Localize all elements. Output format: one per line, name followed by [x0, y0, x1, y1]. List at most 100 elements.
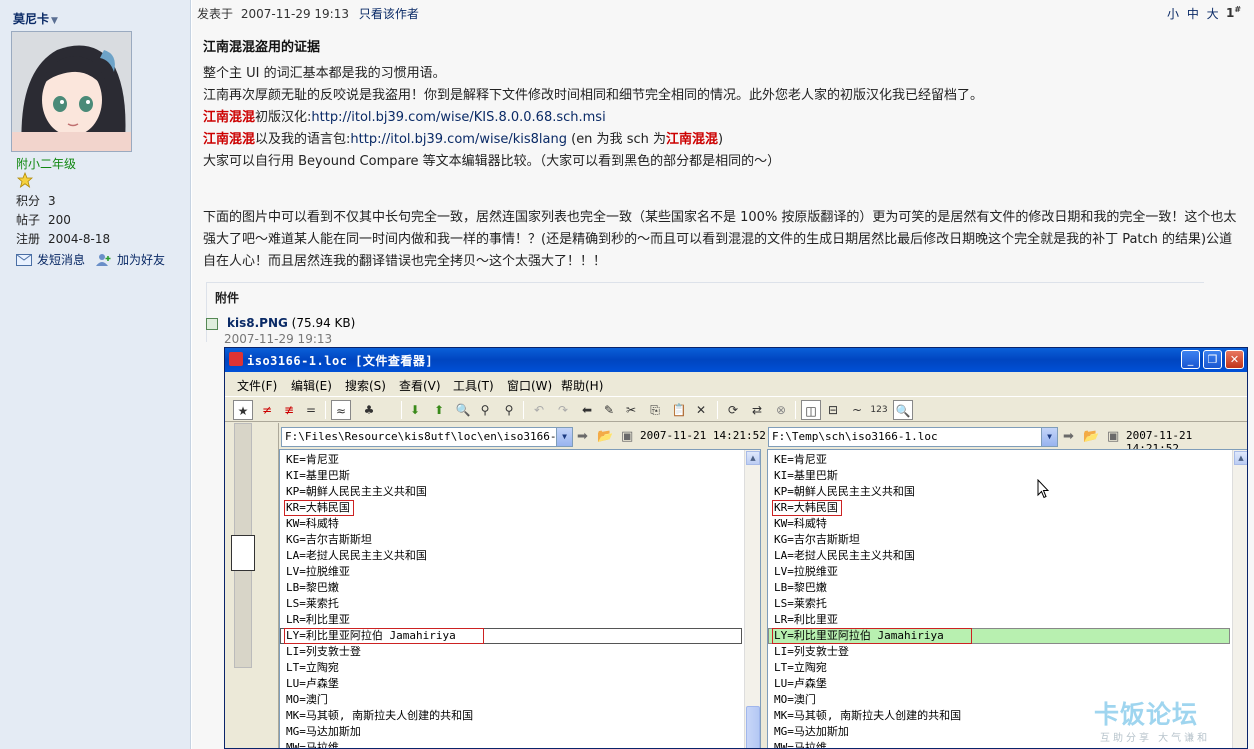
- back-icon[interactable]: ⬅: [577, 400, 597, 420]
- cut-icon[interactable]: ✂: [621, 400, 641, 420]
- text-line[interactable]: LR=利比里亚: [284, 613, 350, 626]
- chevron-down-icon[interactable]: ▼: [51, 16, 58, 26]
- text-line[interactable]: MG=马达加斯加: [772, 725, 849, 738]
- overview-gutter[interactable]: [225, 423, 279, 748]
- same-icon[interactable]: =: [301, 400, 321, 420]
- window-titlebar[interactable]: iso3166-1.loc [文件查看器] _ ❐ ✕: [225, 348, 1247, 372]
- author-only-link[interactable]: 只看该作者: [359, 7, 419, 21]
- text-line[interactable]: MW=马拉维: [772, 741, 827, 748]
- author-name-text[interactable]: 莫尼卡: [13, 12, 49, 26]
- add-friend-label[interactable]: 加为好友: [117, 251, 165, 268]
- right-path-text[interactable]: F:\Temp\sch\iso3166-1.loc: [772, 430, 938, 443]
- scroll-up-icon[interactable]: ▲: [1234, 451, 1247, 465]
- text-line[interactable]: LB=黎巴嫩: [284, 581, 339, 594]
- swap-icon[interactable]: ⇄: [747, 400, 767, 420]
- text-line[interactable]: MO=澳门: [284, 693, 328, 706]
- vertical-scrollbar[interactable]: ▲: [744, 450, 760, 748]
- delete-icon[interactable]: ✕: [691, 400, 711, 420]
- left-text-pane[interactable]: KE=肯尼亚 KI=基里巴斯 KP=朝鲜人民民主主义共和国 KR=大韩民国 KW=科威特…: [279, 449, 761, 748]
- show-all-icon[interactable]: ★: [233, 400, 253, 420]
- menu-file[interactable]: 文件(F): [237, 377, 277, 394]
- save-icon[interactable]: ▣: [621, 429, 633, 444]
- menu-window[interactable]: 窗口(W): [507, 377, 552, 394]
- menu-tools[interactable]: 工具(T): [453, 377, 494, 394]
- text-line[interactable]: LT=立陶宛: [284, 661, 339, 674]
- text-line[interactable]: LV=拉脱维亚: [284, 565, 350, 578]
- browse-history-icon[interactable]: ➡: [577, 429, 588, 444]
- line-numbers-icon[interactable]: 123: [869, 400, 889, 420]
- open-folder-icon[interactable]: 📂: [597, 429, 613, 444]
- text-line[interactable]: LA=老挝人民民主主义共和国: [772, 549, 915, 562]
- attachment-filename[interactable]: kis8.PNG: [227, 316, 288, 330]
- rules-icon[interactable]: ♣: [359, 400, 379, 420]
- text-line[interactable]: KW=科威特: [772, 517, 827, 530]
- text-line[interactable]: MO=澳门: [772, 693, 816, 706]
- author-name[interactable]: 莫尼卡 ▼: [13, 10, 58, 27]
- text-line[interactable]: KG=吉尔吉斯斯坦: [284, 533, 372, 546]
- text-line[interactable]: LY=利比里亚阿拉伯 Jamahiriya: [772, 628, 972, 644]
- left-path-field[interactable]: F:\Files\Resource\kis8utf\loc\en\iso3166…: [281, 427, 573, 447]
- text-line[interactable]: KR=大韩民国: [772, 500, 842, 516]
- text-line[interactable]: LU=卢森堡: [772, 677, 827, 690]
- text-line[interactable]: MK=马其顿, 南斯拉夫人创建的共和国: [772, 709, 961, 722]
- text-line[interactable]: KR=大韩民国: [284, 500, 354, 516]
- save-icon[interactable]: ▣: [1107, 429, 1119, 444]
- find-icon[interactable]: 🔍: [453, 400, 473, 420]
- stop-icon[interactable]: ⊗: [771, 400, 791, 420]
- side-by-side-icon[interactable]: ◫: [801, 400, 821, 420]
- text-line[interactable]: KW=科威特: [284, 517, 339, 530]
- over-under-icon[interactable]: ⊟: [823, 400, 843, 420]
- attachment-image[interactable]: iso3166-1.loc [文件查看器] _ ❐ ✕ 文件(F) 编辑(E) …: [224, 347, 1248, 749]
- text-line[interactable]: LI=列支敦士登: [284, 645, 361, 658]
- close-button[interactable]: ✕: [1225, 350, 1244, 369]
- diffs-icon[interactable]: ≠: [257, 400, 277, 420]
- open-folder-icon[interactable]: 📂: [1083, 429, 1099, 444]
- send-message-label[interactable]: 发短消息: [37, 251, 85, 268]
- text-line[interactable]: LS=莱索托: [284, 597, 339, 610]
- send-message-link[interactable]: 发短消息: [16, 251, 85, 268]
- left-path-text[interactable]: F:\Files\Resource\kis8utf\loc\en\iso3166…: [285, 430, 572, 443]
- text-line[interactable]: LI=列支敦士登: [772, 645, 849, 658]
- scroll-up-icon[interactable]: ▲: [746, 451, 760, 465]
- text-line[interactable]: LA=老挝人民民主主义共和国: [284, 549, 427, 562]
- text-line[interactable]: MW=马拉维: [284, 741, 339, 748]
- edit-icon[interactable]: ✎: [599, 400, 619, 420]
- text-line[interactable]: LS=莱索托: [772, 597, 827, 610]
- text-line[interactable]: KP=朝鲜人民民主主义共和国: [772, 485, 915, 498]
- undo-icon[interactable]: ↶: [529, 400, 549, 420]
- zoom-icon[interactable]: 🔍: [893, 400, 913, 420]
- text-line[interactable]: KI=基里巴斯: [284, 469, 350, 482]
- text-line[interactable]: KE=肯尼亚: [772, 453, 827, 466]
- text-line[interactable]: KG=吉尔吉斯斯坦: [772, 533, 860, 546]
- attachment-link[interactable]: kis8.PNG (75.94 KB): [227, 316, 355, 330]
- ignore-icon[interactable]: ≈: [331, 400, 351, 420]
- browse-history-icon[interactable]: ➡: [1063, 429, 1074, 444]
- redo-icon[interactable]: ↷: [553, 400, 573, 420]
- menu-help[interactable]: 帮助(H): [561, 377, 603, 394]
- text-line[interactable]: KE=肯尼亚: [284, 453, 339, 466]
- menu-search[interactable]: 搜索(S): [345, 377, 386, 394]
- maximize-button[interactable]: ❐: [1203, 350, 1222, 369]
- text-line[interactable]: KP=朝鲜人民民主主义共和国: [284, 485, 427, 498]
- text-line[interactable]: LT=立陶宛: [772, 661, 827, 674]
- add-friend-link[interactable]: 加为好友: [96, 251, 165, 268]
- text-line[interactable]: LU=卢森堡: [284, 677, 339, 690]
- paste-icon[interactable]: 📋: [669, 400, 689, 420]
- menu-view[interactable]: 查看(V): [399, 377, 441, 394]
- text-line[interactable]: LR=利比里亚: [772, 613, 838, 626]
- minimize-button[interactable]: _: [1181, 350, 1200, 369]
- overview-marker[interactable]: [231, 535, 255, 571]
- font-size-switch[interactable]: 小 中 大: [1167, 5, 1221, 22]
- copy-icon[interactable]: ⎘: [645, 400, 665, 420]
- text-line[interactable]: LB=黎巴嫩: [772, 581, 827, 594]
- download-link[interactable]: http://itol.bj39.com/wise/kis8lang: [350, 132, 567, 147]
- find-next-icon[interactable]: ⚲: [475, 400, 495, 420]
- find-prev-icon[interactable]: ⚲: [499, 400, 519, 420]
- refresh-icon[interactable]: ⟳: [723, 400, 743, 420]
- next-diff-icon[interactable]: ⬇: [405, 400, 425, 420]
- chevron-down-icon[interactable]: ▼: [556, 428, 572, 446]
- text-line[interactable]: MK=马其顿, 南斯拉夫人创建的共和国: [284, 709, 473, 722]
- chevron-down-icon[interactable]: ▼: [1041, 428, 1057, 446]
- text-line[interactable]: LY=利比里亚阿拉伯 Jamahiriya: [284, 628, 484, 644]
- download-link[interactable]: http://itol.bj39.com/wise/KIS.8.0.0.68.s…: [311, 110, 605, 125]
